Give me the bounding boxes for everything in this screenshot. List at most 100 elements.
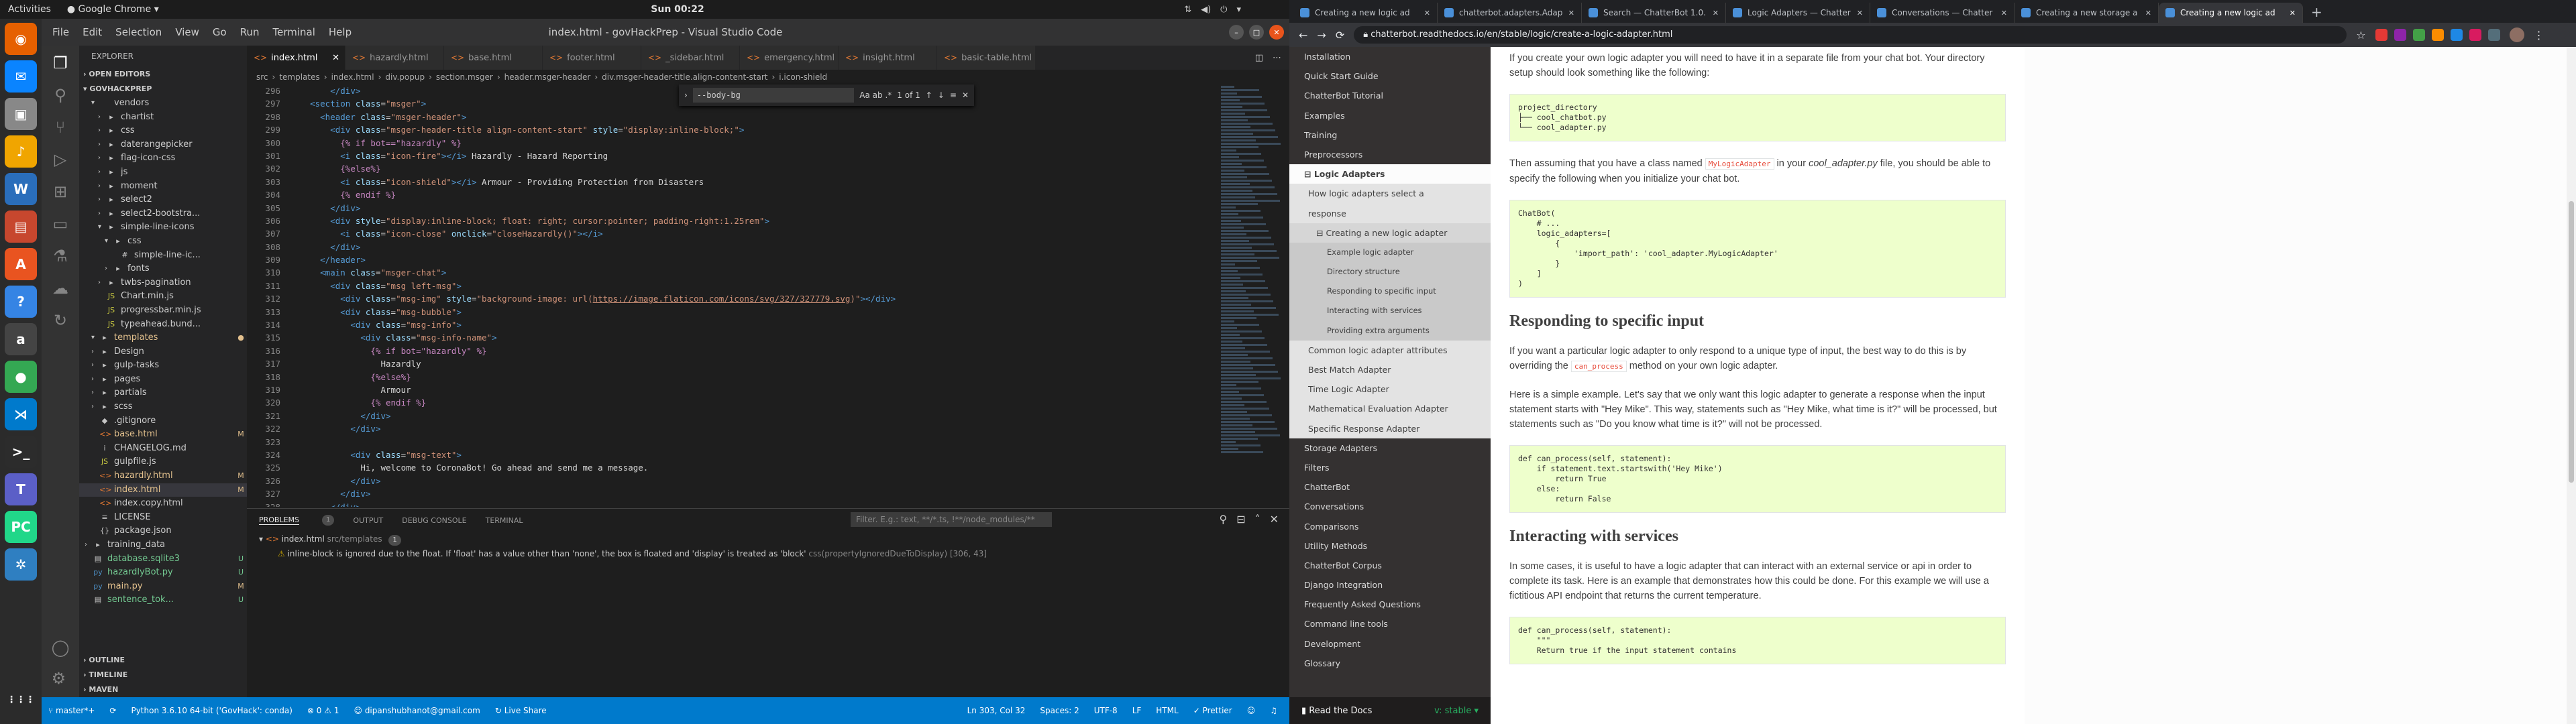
- editor-tab[interactable]: <> insight.html: [839, 46, 937, 70]
- run-debug-icon[interactable]: ▷: [54, 150, 66, 169]
- docs-nav-item[interactable]: Mathematical Evaluation Adapter: [1289, 399, 1491, 419]
- menu-file[interactable]: File: [52, 26, 69, 38]
- tree-item[interactable]: JS progressbar.min.js: [79, 304, 247, 318]
- docs-nav-item[interactable]: Utility Methods: [1289, 536, 1491, 556]
- code-editor[interactable]: 296 </div> 297 <section class="msger"> 298…: [247, 84, 1289, 507]
- page-scrollbar[interactable]: [2567, 47, 2576, 724]
- rtd-footer[interactable]: ▮ Read the Docs v: stable ▾: [1289, 697, 1491, 724]
- chrome-icon[interactable]: ●: [5, 361, 37, 393]
- browser-tab[interactable]: Creating a new storage a ✕: [2015, 3, 2159, 23]
- tree-item[interactable]: › ▸ css: [79, 124, 247, 138]
- scrollbar-thumb[interactable]: [2569, 201, 2574, 483]
- browser-tab[interactable]: Creating a new logic ad ✕: [1293, 3, 1438, 23]
- version-selector[interactable]: v: stable ▾: [1434, 706, 1479, 716]
- cursor-position[interactable]: Ln 303, Col 32: [967, 706, 1026, 715]
- tree-item[interactable]: › ▸ select2: [79, 193, 247, 207]
- docs-nav-item[interactable]: Interacting with services: [1289, 301, 1491, 321]
- docs-nav-item[interactable]: Frequently Asked Questions: [1289, 595, 1491, 614]
- browser-tab[interactable]: Logic Adapters — Chatter ✕: [1726, 3, 1870, 23]
- collapse-all-icon[interactable]: ⊟: [1236, 513, 1245, 526]
- maximize-button[interactable]: □: [1249, 25, 1264, 40]
- more-actions-icon[interactable]: ⋯: [1273, 53, 1281, 63]
- terminal-icon[interactable]: >_: [5, 436, 37, 468]
- project-section[interactable]: ▾ GOVHACKPREP: [79, 82, 247, 97]
- editor-tab[interactable]: <> hazardly.html: [345, 46, 444, 70]
- live-share-status[interactable]: ↻ Live Share: [495, 706, 547, 715]
- thunderbird-icon[interactable]: ✉: [5, 60, 37, 93]
- address-bar[interactable]: 🔒︎ chatterbot.readthedocs.io/en/stable/l…: [1354, 26, 2347, 44]
- branch-status[interactable]: ⑂ master*+: [48, 706, 95, 715]
- tree-item[interactable]: ▾ ▸ templates ●: [79, 331, 247, 345]
- tree-item[interactable]: › ▸ gulp-tasks: [79, 359, 247, 373]
- maximize-panel-icon[interactable]: ˄: [1255, 513, 1260, 526]
- software-icon[interactable]: A: [5, 248, 37, 280]
- docs-nav-item[interactable]: Quick Start Guide: [1289, 66, 1491, 86]
- browser-tab[interactable]: Search — ChatterBot 1.0. ✕: [1582, 3, 1726, 23]
- tree-item[interactable]: i CHANGELOG.md: [79, 442, 247, 456]
- docs-nav-item[interactable]: Development: [1289, 634, 1491, 654]
- panel-tab-problems[interactable]: PROBLEMS: [259, 516, 300, 525]
- close-icon[interactable]: ✕: [332, 53, 345, 63]
- problem-row[interactable]: ⚠ inline-block is ignored due to the flo…: [247, 546, 1289, 561]
- tree-item[interactable]: ▾ ▸ simple-line-icons: [79, 221, 247, 235]
- tree-item[interactable]: py main.py M: [79, 580, 247, 594]
- close-panel-icon[interactable]: ✕: [1270, 513, 1279, 526]
- end-of-line[interactable]: LF: [1132, 706, 1142, 715]
- tree-item[interactable]: › ▸ partials: [79, 386, 247, 400]
- docs-nav-item[interactable]: Storage Adapters: [1289, 438, 1491, 458]
- explorer-icon[interactable]: ❐: [53, 54, 68, 72]
- find-input[interactable]: --body-bg: [692, 88, 855, 103]
- menu-view[interactable]: View: [175, 26, 199, 38]
- editor-tab[interactable]: <> footer.html: [543, 46, 641, 70]
- timeline-section[interactable]: › TIMELINE: [79, 668, 247, 682]
- toggle-replace-icon[interactable]: ›: [684, 90, 688, 100]
- settings-icon[interactable]: ✲: [5, 548, 37, 581]
- docs-nav-item[interactable]: ⊟ Logic Adapters: [1289, 164, 1491, 184]
- tree-item[interactable]: <> index.copy.html: [79, 497, 247, 511]
- menu-edit[interactable]: Edit: [83, 26, 102, 38]
- new-tab-button[interactable]: +: [2303, 4, 2330, 23]
- star-icon[interactable]: ☆: [2356, 29, 2365, 42]
- help-icon[interactable]: ?: [5, 286, 37, 318]
- extension-icon[interactable]: [2394, 29, 2406, 41]
- prettier-status[interactable]: ✓ Prettier: [1193, 706, 1232, 715]
- account-icon[interactable]: ◯: [52, 638, 70, 657]
- search-icon[interactable]: ⚲: [54, 86, 66, 105]
- docs-nav-item[interactable]: Django Integration: [1289, 575, 1491, 595]
- tree-item[interactable]: › ▸ scss: [79, 400, 247, 414]
- extension-icon[interactable]: [2375, 29, 2387, 41]
- source-control-icon[interactable]: ⑂: [56, 118, 65, 137]
- tree-item[interactable]: ◆ .gitignore: [79, 414, 247, 428]
- breadcrumb-item[interactable]: templates: [279, 72, 319, 82]
- extension-icon[interactable]: [2431, 29, 2444, 41]
- open-editors-section[interactable]: › OPEN EDITORS: [79, 67, 247, 82]
- menu-run[interactable]: Run: [240, 26, 260, 38]
- system-tray[interactable]: ⇅ ◀) ⏻ ▾: [1184, 5, 1241, 15]
- close-icon[interactable]: ✕: [1713, 9, 1719, 17]
- menu-go[interactable]: Go: [213, 26, 227, 38]
- tree-item[interactable]: › ▸ js: [79, 166, 247, 180]
- reload-icon[interactable]: ⟳: [1336, 29, 1344, 42]
- extensions-icon[interactable]: ⊞: [54, 182, 67, 201]
- problems-filter-input[interactable]: Filter. E.g.: text, **/*.ts, !**/node_mo…: [851, 512, 1052, 527]
- tree-item[interactable]: › ▸ training_data: [79, 538, 247, 552]
- extension-icon[interactable]: [2450, 29, 2463, 41]
- teams-icon[interactable]: T: [5, 473, 37, 505]
- encoding[interactable]: UTF-8: [1094, 706, 1118, 715]
- tree-item[interactable]: <> hazardly.html M: [79, 469, 247, 483]
- show-applications-icon[interactable]: ⋮⋮⋮: [5, 684, 37, 716]
- testing-icon[interactable]: ⚗: [53, 247, 68, 265]
- breadcrumb-item[interactable]: index.html: [331, 72, 374, 82]
- pycharm-icon[interactable]: PC: [5, 511, 37, 543]
- docs-nav-item[interactable]: ChatterBot: [1289, 477, 1491, 497]
- docs-nav-item[interactable]: Specific Response Adapter: [1289, 418, 1491, 438]
- minimize-button[interactable]: –: [1229, 25, 1244, 40]
- docs-nav-item[interactable]: How logic adapters select a: [1289, 184, 1491, 204]
- find-options[interactable]: Aa ab .*: [859, 90, 892, 100]
- find-in-selection-icon[interactable]: ≡: [950, 90, 957, 100]
- docs-nav-item[interactable]: Glossary: [1289, 654, 1491, 673]
- docker-icon[interactable]: ☁: [52, 279, 68, 298]
- breadcrumb-item[interactable]: div.msger-header-title.align-content-sta…: [602, 72, 767, 82]
- back-icon[interactable]: ←: [1299, 29, 1307, 42]
- problem-file-row[interactable]: ▾ <> index.html src/templates 1: [247, 532, 1289, 546]
